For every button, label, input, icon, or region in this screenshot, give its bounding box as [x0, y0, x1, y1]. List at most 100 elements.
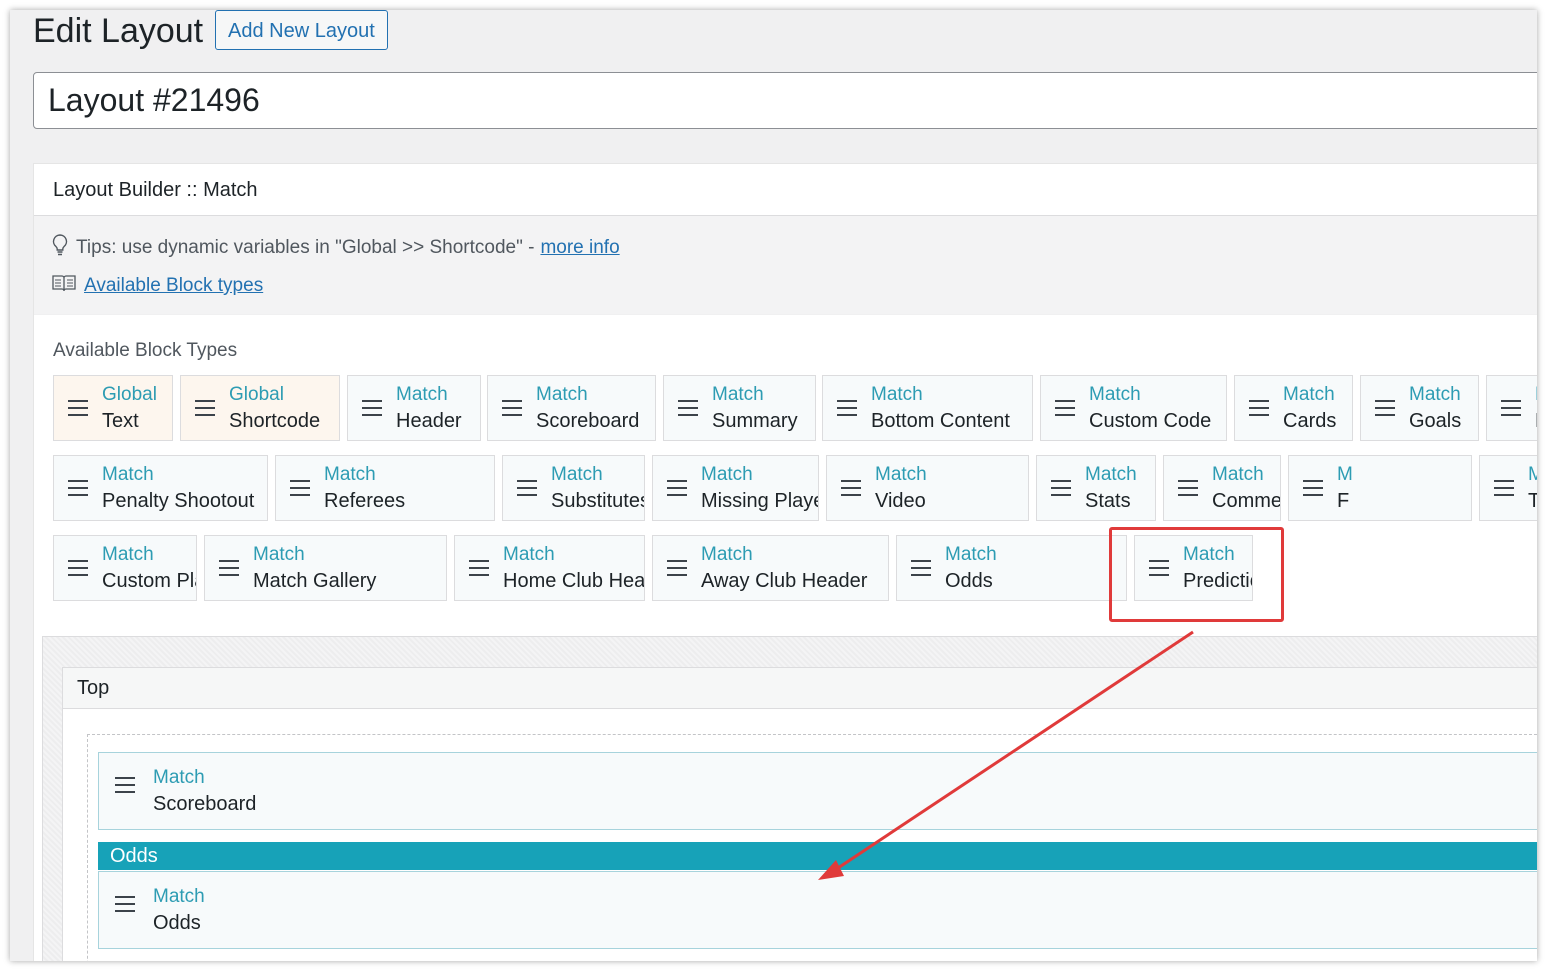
block-type-m-f[interactable]: MF [1288, 455, 1472, 521]
hamburger-icon[interactable] [678, 400, 698, 421]
hamburger-icon[interactable] [1149, 560, 1169, 581]
block-type-match-timeline[interactable]: Match Timeline [1479, 455, 1537, 521]
block-type-match-summary[interactable]: Match Summary [663, 375, 816, 441]
book-icon [52, 274, 76, 298]
block-category: Match [875, 464, 927, 485]
available-block-types-link[interactable]: Available Block types [84, 275, 263, 297]
block-type-global-text[interactable]: Global Text [53, 375, 173, 441]
block-name: Scoreboard [153, 793, 257, 815]
hamburger-icon[interactable] [841, 480, 861, 501]
add-new-layout-button[interactable]: Add New Layout [215, 10, 388, 50]
hamburger-icon[interactable] [195, 400, 215, 421]
block-name: Missing Players [701, 490, 818, 512]
hamburger-icon[interactable] [1303, 480, 1323, 501]
hamburger-icon[interactable] [68, 400, 88, 421]
block-category: Global [102, 384, 157, 405]
tip-text: Tips: use dynamic variables in "Global >… [76, 237, 535, 258]
block-type-match-video[interactable]: Match Video [826, 455, 1029, 521]
block-name: Custom Player Stats [102, 570, 196, 592]
block-category: Match [871, 384, 923, 405]
block-name: Header [396, 410, 462, 432]
block-type-match-away-club-header[interactable]: Match Away Club Header [652, 535, 889, 601]
hamburger-icon[interactable] [1051, 480, 1071, 501]
hamburger-icon[interactable] [667, 480, 687, 501]
builder-title: Layout Builder :: Match [34, 164, 1537, 216]
hamburger-icon[interactable] [362, 400, 382, 421]
block-category: Match [102, 544, 154, 565]
odds-section-bar: Odds [98, 842, 1537, 870]
block-type-match-stats[interactable]: Match Stats [1036, 455, 1156, 521]
block-type-match-substitutes[interactable]: Match Substitutes [502, 455, 645, 521]
block-category: Match [1535, 384, 1537, 406]
hamburger-icon[interactable] [517, 480, 537, 501]
block-type-match-missing-players[interactable]: Match Missing Players [652, 455, 819, 521]
block-category: Match [701, 464, 753, 485]
block-type-global-shortcode[interactable]: Global Shortcode [180, 375, 340, 441]
block-type-match-odds[interactable]: Match Odds [896, 535, 1127, 601]
block-type-match-custom-player-stats[interactable]: Match Custom Player Stats [53, 535, 197, 601]
block-name: Bottom Content [871, 410, 1010, 432]
block-name: Match Gallery [253, 570, 377, 592]
block-name: Cards [1283, 410, 1337, 432]
block-category: Match [324, 464, 376, 485]
hamburger-icon[interactable] [667, 560, 687, 581]
block-name: Timeline [1528, 490, 1537, 513]
placed-block-odds[interactable]: Match Odds [98, 871, 1537, 949]
block-category: Match [1089, 384, 1141, 405]
hamburger-icon[interactable] [1055, 400, 1075, 421]
hamburger-icon[interactable] [1375, 400, 1395, 421]
hamburger-icon[interactable] [1249, 400, 1269, 421]
block-type-match-scoreboard[interactable]: Match Scoreboard [487, 375, 656, 441]
block-category: Match [551, 464, 603, 485]
block-name: Video [875, 490, 926, 512]
block-type-match-referees[interactable]: Match Referees [275, 455, 495, 521]
block-category: Match [1085, 464, 1137, 485]
block-category: Match [536, 384, 588, 405]
block-name: Commentary [1212, 490, 1281, 512]
block-type-match-custom-code[interactable]: Match Custom Code [1040, 375, 1227, 441]
block-category: Match [396, 384, 448, 405]
block-name: Substitutes [551, 490, 645, 512]
block-name: Odds [153, 912, 201, 934]
available-block-types-heading: Available Block Types [53, 340, 238, 361]
layout-title-input[interactable] [33, 72, 1537, 129]
block-category: Match [503, 544, 555, 565]
block-name: F [1337, 490, 1350, 512]
tips-area: Tips: use dynamic variables in "Global >… [34, 216, 1537, 315]
block-name: Missed Penalties [1535, 410, 1537, 433]
hamburger-icon[interactable] [115, 777, 135, 798]
hamburger-icon[interactable] [68, 560, 88, 581]
block-name: Stats [1085, 490, 1131, 512]
hamburger-icon[interactable] [115, 896, 135, 917]
hamburger-icon[interactable] [68, 480, 88, 501]
block-type-match-goals[interactable]: Match Goals [1360, 375, 1479, 441]
block-name: Shortcode [229, 410, 321, 432]
tip-line: Tips: use dynamic variables in "Global >… [52, 234, 620, 262]
block-category: Match [1283, 384, 1335, 405]
block-type-match-missed-penalties[interactable]: Match Missed Penalties [1486, 375, 1537, 441]
hamburger-icon[interactable] [469, 560, 489, 581]
hamburger-icon[interactable] [1494, 480, 1514, 501]
block-type-match-commentary[interactable]: Match Commentary [1163, 455, 1281, 521]
block-name: Text [102, 410, 139, 432]
hamburger-icon[interactable] [837, 400, 857, 421]
block-type-match-prediction[interactable]: Match Prediction [1134, 535, 1253, 601]
hamburger-icon[interactable] [911, 560, 931, 581]
block-type-match-penalty-shootout[interactable]: Match Penalty Shootout [53, 455, 268, 521]
block-name: Goals [1409, 410, 1462, 432]
block-type-match-header[interactable]: Match Header [347, 375, 481, 441]
hamburger-icon[interactable] [1501, 400, 1521, 421]
block-type-match-home-club-header[interactable]: Match Home Club Header [454, 535, 645, 601]
hamburger-icon[interactable] [1178, 480, 1198, 501]
block-category: Match [253, 544, 305, 565]
page-title: Edit Layout [33, 12, 204, 50]
more-info-link[interactable]: more info [540, 237, 619, 259]
hamburger-icon[interactable] [502, 400, 522, 421]
hamburger-icon[interactable] [290, 480, 310, 501]
block-type-match-cards[interactable]: Match Cards [1234, 375, 1353, 441]
hamburger-icon[interactable] [219, 560, 239, 581]
block-type-match-bottom-content[interactable]: Match Bottom Content [822, 375, 1033, 441]
block-type-match-match-gallery[interactable]: Match Match Gallery [204, 535, 447, 601]
placed-block-scoreboard[interactable]: Match Scoreboard [98, 752, 1537, 830]
block-category: Match [1183, 544, 1235, 565]
